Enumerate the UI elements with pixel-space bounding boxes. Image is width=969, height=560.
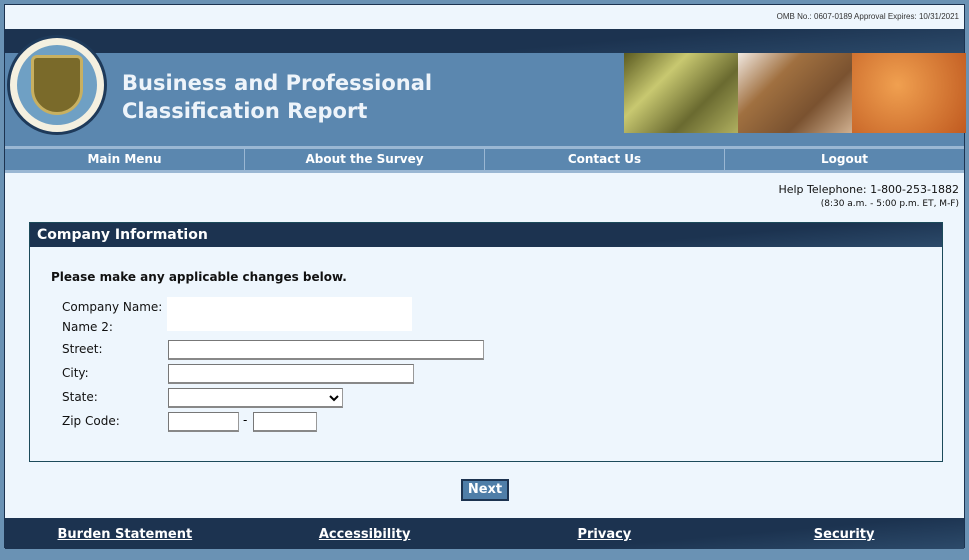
nav-logout[interactable]: Logout	[724, 149, 964, 170]
title-line-1: Business and Professional	[122, 71, 433, 95]
title-line-2: Classification Report	[122, 99, 368, 123]
state-label: State:	[62, 390, 98, 404]
panel-title: Company Information	[30, 223, 942, 247]
zip-label: Zip Code:	[62, 414, 120, 428]
screws-photo	[624, 53, 738, 133]
company-info-panel: Company Information Please make any appl…	[29, 222, 943, 462]
state-select[interactable]	[168, 388, 343, 408]
footer-burden-statement[interactable]: Burden Statement	[5, 518, 245, 549]
page: OMB No.: 0607-0189 Approval Expires: 10/…	[4, 4, 966, 549]
omb-notice: OMB No.: 0607-0189 Approval Expires: 10/…	[776, 12, 959, 21]
city-label: City:	[62, 366, 89, 380]
header-band	[5, 29, 964, 53]
help-phone: Help Telephone: 1-800-253-1882	[778, 183, 959, 196]
street-input[interactable]	[168, 340, 484, 360]
help-hours: (8:30 a.m. - 5:00 p.m. ET, M-F)	[820, 199, 959, 209]
oranges-photo	[852, 53, 966, 133]
banner-photos	[624, 53, 966, 133]
census-seal-logo	[7, 35, 107, 135]
footer-security[interactable]: Security	[724, 518, 964, 549]
zip-input[interactable]	[168, 412, 239, 432]
company-name-label: Company Name:	[62, 300, 163, 314]
street-label: Street:	[62, 342, 103, 356]
help-info: Help Telephone: 1-800-253-1882 (8:30 a.m.…	[778, 183, 959, 209]
city-input[interactable]	[168, 364, 414, 384]
nav-about-survey[interactable]: About the Survey	[244, 149, 484, 170]
boxes-photo	[738, 53, 852, 133]
name2-label: Name 2:	[62, 320, 113, 334]
nav-main-menu[interactable]: Main Menu	[5, 149, 244, 170]
main-nav: Main Menu About the Survey Contact Us Lo…	[5, 146, 964, 173]
footer: Burden Statement Accessibility Privacy S…	[5, 518, 964, 549]
company-name-value	[167, 297, 412, 331]
next-button[interactable]: Next	[461, 479, 509, 501]
zip4-input[interactable]	[253, 412, 317, 432]
banner: Business and Professional Classification …	[5, 35, 966, 146]
footer-privacy[interactable]: Privacy	[485, 518, 725, 549]
nav-contact-us[interactable]: Contact Us	[484, 149, 724, 170]
form-intro: Please make any applicable changes below…	[51, 270, 347, 284]
page-title: Business and Professional Classification …	[122, 69, 432, 125]
footer-accessibility[interactable]: Accessibility	[245, 518, 485, 549]
zip-dash: -	[243, 413, 248, 427]
